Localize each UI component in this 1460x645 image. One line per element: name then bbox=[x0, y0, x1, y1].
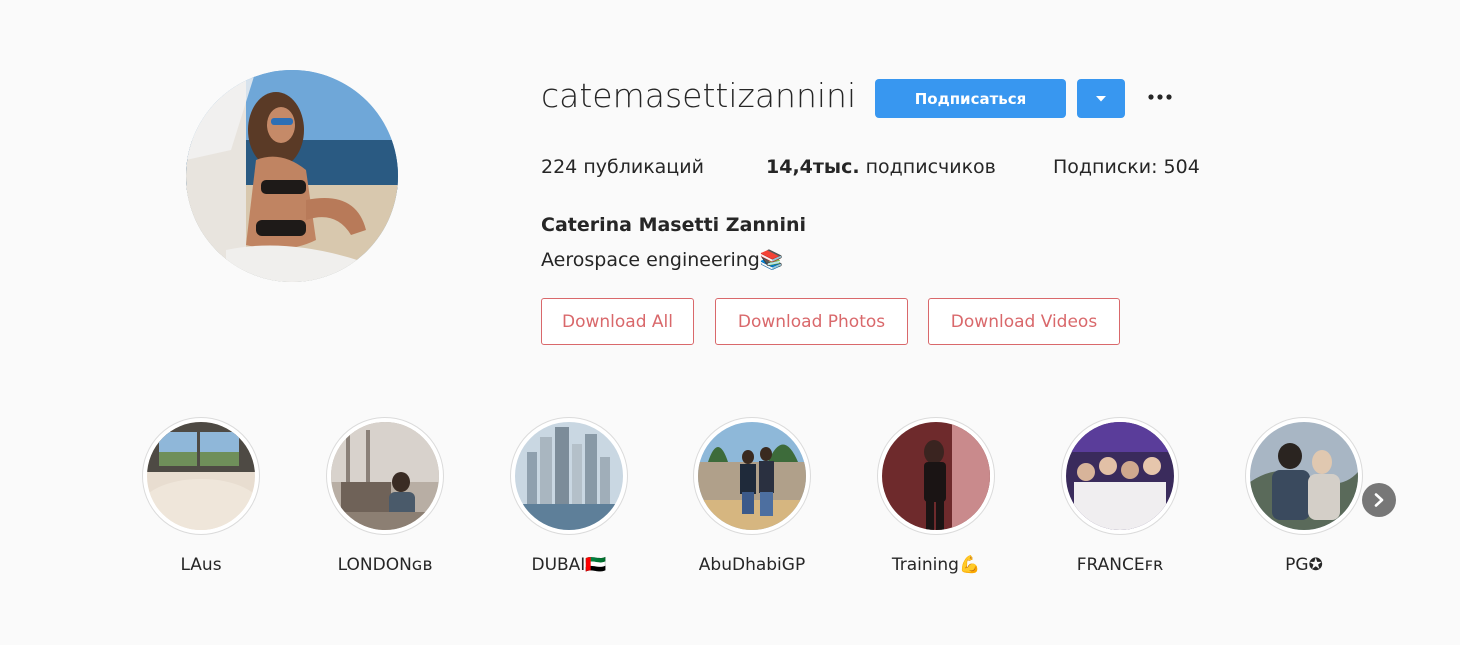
profile-avatar[interactable] bbox=[186, 70, 398, 282]
highlight-ring bbox=[142, 417, 260, 535]
highlight-ring bbox=[1245, 417, 1363, 535]
following-stat[interactable]: Подписки: 504 bbox=[1053, 156, 1200, 178]
highlight-item[interactable]: DUBAI🇦🇪 bbox=[509, 417, 629, 575]
posts-label: публикаций bbox=[583, 156, 704, 178]
highlights-next-button[interactable] bbox=[1362, 483, 1396, 517]
followers-label: подписчиков bbox=[865, 156, 996, 178]
following-label: Подписки: bbox=[1053, 156, 1158, 178]
highlight-thumbnail bbox=[147, 422, 255, 530]
profile-page: catemasettizannini Подписаться 224 публи… bbox=[0, 0, 1460, 645]
highlight-ring bbox=[326, 417, 444, 535]
more-icon bbox=[1148, 94, 1172, 100]
followers-stat[interactable]: 14,4тыс. подписчиков bbox=[766, 156, 996, 178]
download-videos-button[interactable]: Download Videos bbox=[928, 298, 1120, 345]
highlight-label: DUBAI🇦🇪 bbox=[531, 555, 607, 575]
download-photos-button[interactable]: Download Photos bbox=[715, 298, 908, 345]
highlight-ring bbox=[693, 417, 811, 535]
posts-count: 224 bbox=[541, 156, 578, 178]
follow-button[interactable]: Подписаться bbox=[875, 79, 1066, 118]
highlight-label: Training💪 bbox=[891, 555, 981, 575]
highlight-thumbnail bbox=[515, 422, 623, 530]
highlight-item[interactable]: Training💪 bbox=[876, 417, 996, 575]
highlight-ring bbox=[510, 417, 628, 535]
highlight-thumbnail bbox=[1066, 422, 1174, 530]
bio-text: Aerospace engineering📚 bbox=[541, 249, 784, 271]
suggestions-dropdown-button[interactable] bbox=[1077, 79, 1125, 118]
highlight-label: PG✪ bbox=[1285, 555, 1323, 575]
highlight-ring bbox=[1061, 417, 1179, 535]
highlight-item[interactable]: LONDONɢʙ bbox=[325, 417, 445, 575]
highlight-thumbnail bbox=[882, 422, 990, 530]
chevron-right-icon bbox=[1374, 493, 1384, 507]
highlight-thumbnail bbox=[698, 422, 806, 530]
highlight-item[interactable]: PG✪ bbox=[1244, 417, 1364, 575]
highlight-item[interactable]: AbuDhabiGP bbox=[692, 417, 812, 575]
download-all-button[interactable]: Download All bbox=[541, 298, 694, 345]
highlight-item[interactable]: LAus bbox=[141, 417, 261, 575]
following-count: 504 bbox=[1163, 156, 1200, 178]
highlight-thumbnail bbox=[331, 422, 439, 530]
posts-stat: 224 публикаций bbox=[541, 156, 704, 178]
username: catemasettizannini bbox=[541, 76, 857, 115]
full-name: Caterina Masetti Zannini bbox=[541, 214, 806, 236]
highlight-item[interactable]: FRANCEꜰʀ bbox=[1060, 417, 1180, 575]
chevron-down-icon bbox=[1096, 95, 1106, 101]
highlight-thumbnail bbox=[1250, 422, 1358, 530]
highlight-label: LAus bbox=[180, 555, 222, 575]
highlight-ring bbox=[877, 417, 995, 535]
highlight-label: FRANCEꜰʀ bbox=[1076, 555, 1164, 575]
followers-count: 14,4тыс. bbox=[766, 156, 860, 178]
highlight-label: LONDONɢʙ bbox=[337, 555, 433, 575]
highlight-label: AbuDhabiGP bbox=[698, 555, 806, 575]
more-options-button[interactable] bbox=[1144, 80, 1176, 114]
